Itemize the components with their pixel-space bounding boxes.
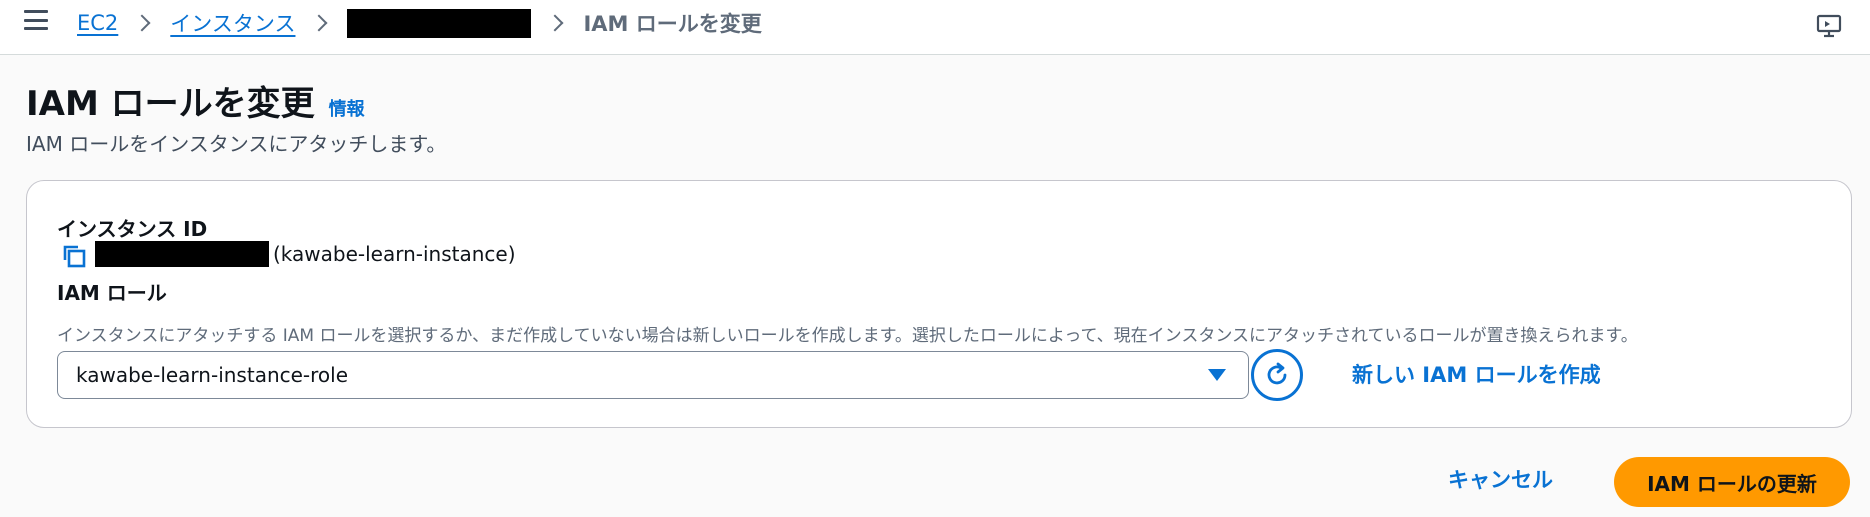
instance-id-label: インスタンス ID — [57, 217, 208, 241]
copy-icon[interactable] — [61, 243, 87, 269]
chevron-right-icon — [546, 14, 564, 32]
breadcrumb: EC2 インスタンス IAM ロールを変更 — [77, 8, 762, 38]
tools-icon[interactable] — [1816, 12, 1842, 38]
update-iam-role-button[interactable]: IAM ロールの更新 — [1614, 457, 1850, 507]
breadcrumb-item-instances[interactable]: インスタンス — [170, 8, 295, 38]
instance-id-redacted — [95, 241, 269, 267]
page-title: IAM ロールを変更 情報 — [26, 76, 365, 125]
breadcrumb-current: IAM ロールを変更 — [583, 12, 762, 36]
refresh-icon — [1267, 362, 1287, 385]
iam-role-selected-value: kawabe-learn-instance-role — [76, 363, 349, 387]
iam-role-description: インスタンスにアタッチする IAM ロールを選択するか、まだ作成していない場合は… — [57, 326, 1638, 346]
page-description: IAM ロールをインスタンスにアタッチします。 — [26, 132, 447, 156]
chevron-right-icon — [133, 14, 151, 32]
info-link[interactable]: 情報 — [329, 95, 365, 121]
iam-role-label: IAM ロール — [57, 281, 167, 305]
breadcrumb-item-ec2[interactable]: EC2 — [77, 11, 118, 35]
create-iam-role-link[interactable]: 新しい IAM ロールを作成 — [1352, 359, 1601, 389]
instance-name: (kawabe-learn-instance) — [273, 242, 516, 266]
refresh-button[interactable] — [1251, 349, 1303, 401]
chevron-right-icon — [310, 14, 328, 32]
caret-down-icon — [1208, 369, 1226, 381]
settings-card: インスタンス ID (kawabe-learn-instance) IAM ロー… — [26, 180, 1852, 428]
top-navigation-bar: EC2 インスタンス IAM ロールを変更 — [0, 0, 1870, 55]
menu-icon[interactable] — [24, 10, 48, 30]
page-title-text: IAM ロールを変更 — [26, 84, 315, 124]
cancel-button[interactable]: キャンセル — [1448, 464, 1553, 494]
breadcrumb-item-redacted-instance[interactable] — [347, 8, 532, 38]
instance-id-value: (kawabe-learn-instance) — [95, 241, 516, 267]
iam-role-select[interactable]: kawabe-learn-instance-role — [57, 351, 1249, 399]
